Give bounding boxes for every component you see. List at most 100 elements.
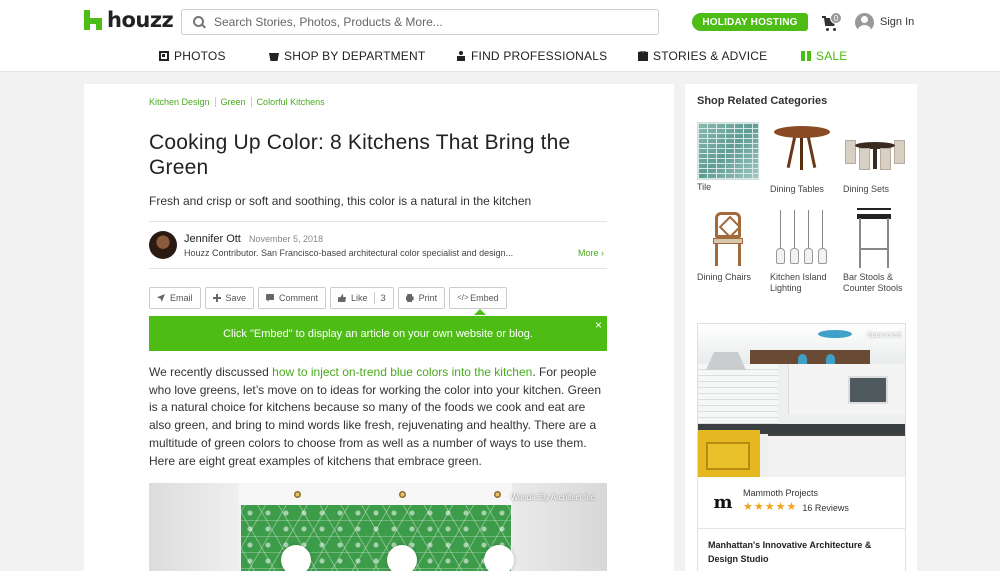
sponsored-label: Sponsored <box>867 332 901 339</box>
nav-shop-by-department[interactable]: SHOP BY DEPARTMENT <box>269 49 425 63</box>
publish-date: November 5, 2018 <box>249 234 324 244</box>
article-title: Cooking Up Color: 8 Kitchens That Bring … <box>149 131 571 179</box>
button-label: Embed <box>470 293 499 303</box>
star-icon: ★ <box>764 501 775 513</box>
star-icon: ★ <box>775 501 786 513</box>
site-header: houzz HOLIDAY HOSTING 0 Sign In PHOTOS S… <box>0 0 1000 72</box>
like-count: 3 <box>373 292 386 304</box>
body-text: We recently discussed <box>149 365 273 379</box>
category-kitchen-island-lighting[interactable]: Kitchen Island Lighting <box>770 208 834 294</box>
shop-icon <box>269 53 279 61</box>
pendant-light <box>484 545 514 571</box>
logo-text: houzz <box>107 8 174 32</box>
review-count[interactable]: 16 Reviews <box>802 503 849 513</box>
nav-label: PHOTOS <box>174 49 226 63</box>
bar-stool-thumbnail <box>843 208 907 270</box>
houzz-logo-icon <box>84 10 102 30</box>
dining-table-thumbnail <box>770 120 834 182</box>
kitchen-photo[interactable]: Wanda Ely Architect Inc. <box>149 483 607 571</box>
breadcrumb-link[interactable]: Green <box>214 97 251 107</box>
sponsored-ad[interactable]: Sponsored m Mammoth Projects ★ ★ ★ ★ ★ 1… <box>697 323 906 571</box>
divider <box>698 528 905 529</box>
ad-kitchen-photo[interactable]: Sponsored <box>698 324 905 477</box>
article-subtitle: Fresh and crisp or soft and soothing, th… <box>149 194 532 208</box>
nav-label: SALE <box>816 49 848 63</box>
breadcrumb-link[interactable]: Kitchen Design <box>149 97 215 107</box>
nav-photos[interactable]: PHOTOS <box>159 49 226 63</box>
photo-credit[interactable]: Wanda Ely Architect Inc. <box>511 493 597 502</box>
gift-icon <box>801 51 811 61</box>
pendant-lights-thumbnail <box>770 208 834 270</box>
article-actions: Email Save Comment Like 3 Print </> Embe… <box>149 287 511 315</box>
nav-sale[interactable]: SALE <box>801 49 848 63</box>
category-dining-tables[interactable]: Dining Tables <box>770 120 834 195</box>
divider <box>149 268 607 269</box>
email-button[interactable]: Email <box>149 287 201 309</box>
button-label: Print <box>418 293 438 303</box>
print-button[interactable]: Print <box>397 287 446 309</box>
embed-banner-text: Click "Embed" to display an article on y… <box>223 327 533 340</box>
like-button[interactable]: Like 3 <box>330 287 394 309</box>
dining-chair-thumbnail <box>697 208 761 270</box>
pendant-light <box>281 545 311 571</box>
category-label: Dining Chairs <box>697 272 752 282</box>
search-bar[interactable] <box>181 9 659 35</box>
pendant-light <box>387 545 417 571</box>
author-name[interactable]: Jennifer Ott <box>184 233 241 245</box>
embed-button[interactable]: </> Embed <box>449 287 507 315</box>
code-icon: </> <box>457 293 469 302</box>
save-button[interactable]: Save <box>204 287 255 309</box>
nav-label: SHOP BY DEPARTMENT <box>284 49 426 63</box>
printer-icon <box>405 294 414 302</box>
button-label: Like <box>351 293 368 303</box>
button-label: Save <box>225 293 247 303</box>
holiday-hosting-button[interactable]: HOLIDAY HOSTING <box>692 13 808 31</box>
close-icon[interactable]: × <box>595 319 602 331</box>
breadcrumb-link[interactable]: Colorful Kitchens <box>250 97 330 107</box>
breadcrumb: Kitchen Design Green Colorful Kitchens <box>149 97 330 107</box>
category-label: Bar Stools & Counter Stools <box>843 272 903 293</box>
embed-info-banner: Click "Embed" to display an article on y… <box>149 316 607 351</box>
tile-thumbnail <box>697 122 759 180</box>
author-bio: Houzz Contributor. San Francisco-based a… <box>184 248 514 258</box>
nav-label: FIND PROFESSIONALS <box>471 49 608 63</box>
author-avatar[interactable] <box>149 231 177 259</box>
company-description: Manhattan's Innovative Architecture & De… <box>708 540 872 564</box>
category-label: Tile <box>697 182 712 192</box>
button-label: Comment <box>279 293 319 303</box>
houzz-logo[interactable]: houzz <box>84 8 174 32</box>
star-icon: ★ <box>753 501 764 513</box>
plus-icon <box>212 294 221 302</box>
nav-stories-advice[interactable]: STORIES & ADVICE <box>638 49 767 63</box>
search-input[interactable] <box>214 15 644 29</box>
user-avatar-icon[interactable] <box>855 13 874 32</box>
category-tile[interactable]: Tile <box>697 120 761 193</box>
button-label: Email <box>170 293 193 303</box>
photos-icon <box>159 51 169 61</box>
category-label: Kitchen Island Lighting <box>770 272 827 293</box>
category-bar-stools[interactable]: Bar Stools & Counter Stools <box>843 208 907 294</box>
sign-in-link[interactable]: Sign In <box>880 16 914 28</box>
article-card: Kitchen Design Green Colorful Kitchens C… <box>84 84 674 571</box>
send-icon <box>157 294 165 302</box>
star-icon: ★ <box>786 501 797 513</box>
category-label: Dining Sets <box>843 184 890 194</box>
company-logo[interactable]: m <box>710 489 736 515</box>
star-icon: ★ <box>743 501 753 513</box>
inline-article-link[interactable]: how to inject on-trend blue colors into … <box>272 365 532 379</box>
category-dining-chairs[interactable]: Dining Chairs <box>697 208 761 283</box>
thumbs-up-icon <box>338 294 347 302</box>
article-body: We recently discussed how to inject on-t… <box>149 364 607 470</box>
category-label: Dining Tables <box>770 184 824 194</box>
nav-find-professionals[interactable]: FIND PROFESSIONALS <box>456 49 607 63</box>
company-name[interactable]: Mammoth Projects <box>743 488 818 498</box>
dining-set-thumbnail <box>843 120 907 182</box>
sidebar-title: Shop Related Categories <box>697 95 828 107</box>
body-text: . For people who love greens, let’s move… <box>149 365 602 468</box>
nav-label: STORIES & ADVICE <box>653 49 768 63</box>
comment-button[interactable]: Comment <box>258 287 327 309</box>
category-dining-sets[interactable]: Dining Sets <box>843 120 907 195</box>
search-icon <box>182 10 212 34</box>
sidebar: Shop Related Categories Tile Dining Tabl… <box>685 84 917 571</box>
author-more-link[interactable]: More › <box>578 248 604 258</box>
